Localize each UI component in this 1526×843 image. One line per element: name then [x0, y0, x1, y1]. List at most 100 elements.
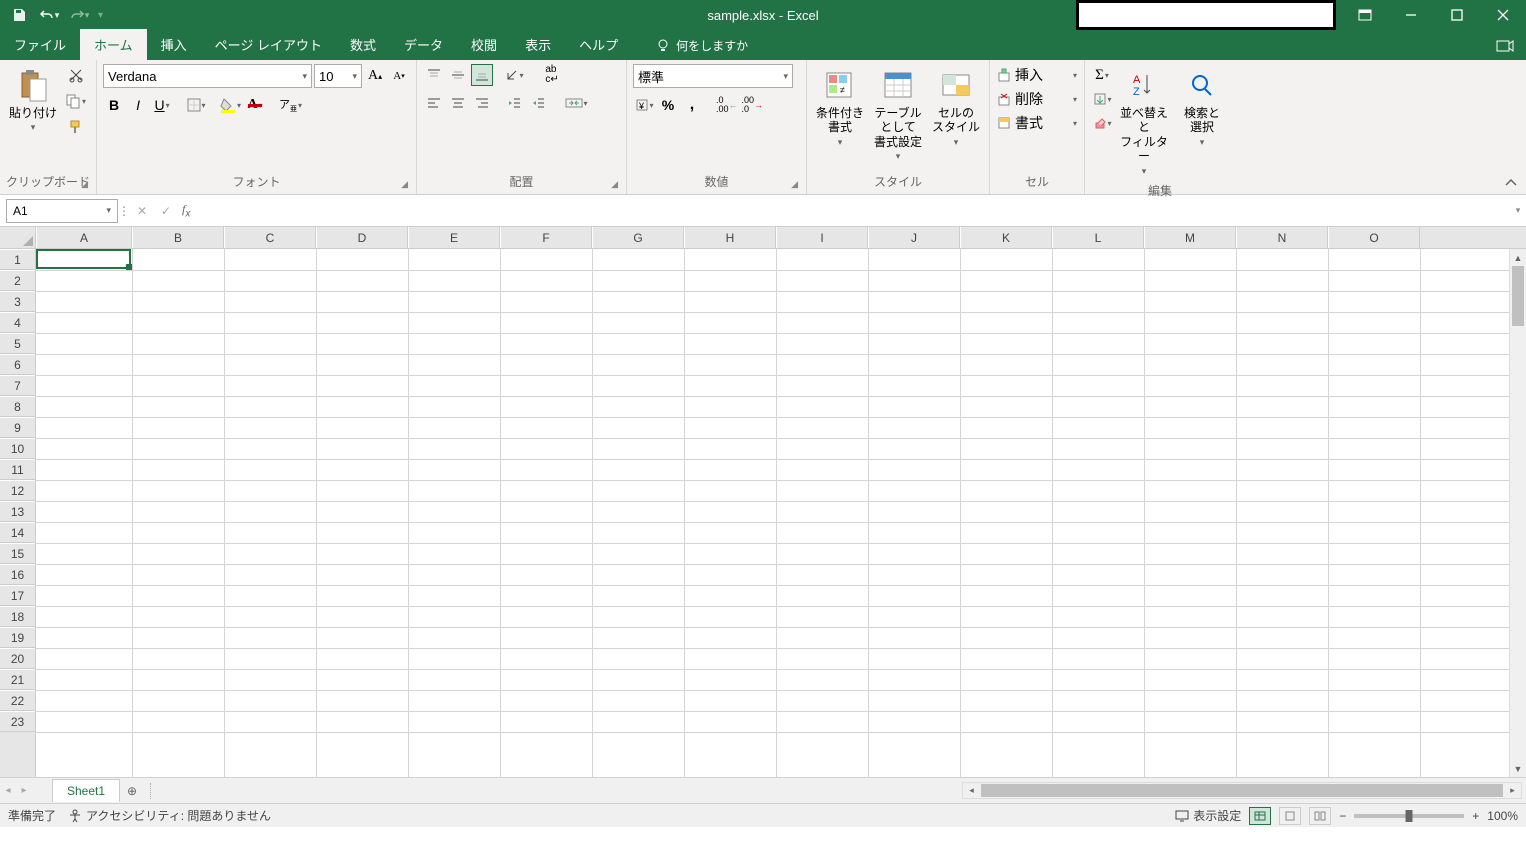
tab-ファイル[interactable]: ファイル [0, 29, 80, 60]
increase-indent-icon[interactable] [527, 92, 549, 114]
accounting-format-icon[interactable]: ¥▾ [633, 94, 655, 116]
row-header-4[interactable]: 4 [0, 312, 35, 333]
column-header-O[interactable]: O [1328, 227, 1420, 248]
expand-formula-icon[interactable]: ▾ [1510, 205, 1526, 216]
undo-icon[interactable]: ▾ [38, 4, 60, 26]
row-header-3[interactable]: 3 [0, 291, 35, 312]
row-header-5[interactable]: 5 [0, 333, 35, 354]
tab-表示[interactable]: 表示 [511, 29, 565, 60]
row-header-6[interactable]: 6 [0, 354, 35, 375]
format-cells-button[interactable]: 書式▾ [996, 112, 1078, 134]
fill-icon[interactable]: ▾ [1091, 88, 1113, 110]
row-header-13[interactable]: 13 [0, 501, 35, 522]
column-header-J[interactable]: J [868, 227, 960, 248]
row-header-10[interactable]: 10 [0, 438, 35, 459]
horizontal-scrollbar[interactable]: ◂ ▸ [962, 782, 1522, 799]
row-header-1[interactable]: 1 [0, 249, 35, 270]
tab-ページ レイアウト[interactable]: ページ レイアウト [201, 29, 336, 60]
conditional-formatting-button[interactable]: ≠ 条件付き 書式▾ [813, 64, 867, 152]
maximize-icon[interactable] [1434, 0, 1480, 30]
dialog-launcher-icon[interactable]: ◢ [791, 179, 798, 190]
borders-icon[interactable]: ▾ [185, 94, 207, 116]
format-painter-icon[interactable] [64, 116, 87, 138]
close-icon[interactable] [1480, 0, 1526, 30]
scroll-right-icon[interactable]: ▸ [1504, 785, 1521, 796]
cells-area[interactable] [36, 249, 1526, 777]
align-top-icon[interactable] [423, 64, 445, 86]
column-header-I[interactable]: I [776, 227, 868, 248]
collapse-ribbon-icon[interactable] [1504, 178, 1518, 188]
row-header-21[interactable]: 21 [0, 669, 35, 690]
active-cell-a1[interactable] [36, 249, 131, 269]
column-header-G[interactable]: G [592, 227, 684, 248]
tab-ヘルプ[interactable]: ヘルプ [565, 29, 632, 60]
phonetic-icon[interactable]: ア亜▾ [278, 94, 303, 116]
wrap-text-button[interactable]: abc↵ [535, 64, 569, 86]
sheet-nav-prev-icon[interactable]: ◂ [0, 785, 16, 796]
column-header-A[interactable]: A [36, 227, 132, 248]
tab-数式[interactable]: 数式 [336, 29, 390, 60]
align-bottom-icon[interactable] [471, 64, 493, 86]
cancel-formula-icon[interactable]: ✕ [130, 199, 154, 223]
clear-icon[interactable]: ▾ [1091, 112, 1113, 134]
view-normal-icon[interactable] [1249, 807, 1271, 825]
row-header-9[interactable]: 9 [0, 417, 35, 438]
scroll-down-icon[interactable]: ▼ [1510, 760, 1526, 777]
row-header-17[interactable]: 17 [0, 585, 35, 606]
qat-dropdown-icon[interactable]: ▾ [98, 10, 103, 21]
minimize-icon[interactable] [1388, 0, 1434, 30]
column-header-N[interactable]: N [1236, 227, 1328, 248]
column-header-B[interactable]: B [132, 227, 224, 248]
row-header-16[interactable]: 16 [0, 564, 35, 585]
scroll-up-icon[interactable]: ▲ [1510, 249, 1526, 266]
decrease-decimal-icon[interactable]: .00.0→ [741, 94, 765, 116]
column-header-C[interactable]: C [224, 227, 316, 248]
display-settings-button[interactable]: 表示設定 [1175, 807, 1241, 824]
scroll-left-icon[interactable]: ◂ [963, 785, 980, 796]
tab-挿入[interactable]: 挿入 [147, 29, 201, 60]
column-header-M[interactable]: M [1144, 227, 1236, 248]
cut-icon[interactable] [64, 64, 87, 86]
comma-icon[interactable]: , [681, 94, 703, 116]
row-header-8[interactable]: 8 [0, 396, 35, 417]
merge-center-icon[interactable]: ▾ [559, 92, 593, 114]
align-center-icon[interactable] [447, 92, 469, 114]
row-header-2[interactable]: 2 [0, 270, 35, 291]
copy-icon[interactable]: ▾ [64, 90, 87, 112]
align-left-icon[interactable] [423, 92, 445, 114]
cell-styles-button[interactable]: セルの スタイル▾ [929, 64, 983, 152]
column-header-K[interactable]: K [960, 227, 1052, 248]
underline-button[interactable]: U▾ [151, 94, 173, 116]
dialog-launcher-icon[interactable]: ◢ [401, 179, 408, 190]
insert-cells-button[interactable]: 挿入▾ [996, 64, 1078, 86]
row-header-18[interactable]: 18 [0, 606, 35, 627]
paste-button[interactable]: 貼り付け ▾ [6, 64, 60, 137]
vertical-scrollbar[interactable]: ▲ ▼ [1509, 249, 1526, 777]
zoom-in-button[interactable]: + [1472, 809, 1479, 823]
font-color-icon[interactable]: A▾ [244, 94, 266, 116]
tab-ホーム[interactable]: ホーム [80, 29, 147, 60]
row-header-11[interactable]: 11 [0, 459, 35, 480]
align-middle-icon[interactable] [447, 64, 469, 86]
tell-me-search[interactable]: 何をしますか [648, 31, 756, 60]
row-header-15[interactable]: 15 [0, 543, 35, 564]
fill-color-icon[interactable]: ▾ [219, 94, 242, 116]
view-page-break-icon[interactable] [1309, 807, 1331, 825]
increase-decimal-icon[interactable]: .0.00← [715, 94, 739, 116]
orientation-icon[interactable]: ▾ [503, 64, 525, 86]
select-all-button[interactable] [0, 227, 36, 248]
accessibility-status[interactable]: アクセシビリティ: 問題ありません [68, 807, 271, 824]
font-name-combo[interactable]: Verdana▾ [103, 64, 312, 88]
decrease-font-icon[interactable]: A▾ [388, 65, 410, 87]
dialog-launcher-icon[interactable]: ◢ [611, 179, 618, 190]
format-as-table-button[interactable]: テーブルとして 書式設定▾ [871, 64, 925, 166]
tab-校閲[interactable]: 校閲 [457, 29, 511, 60]
increase-font-icon[interactable]: A▴ [364, 65, 386, 87]
zoom-slider[interactable] [1354, 814, 1464, 818]
align-right-icon[interactable] [471, 92, 493, 114]
zoom-level[interactable]: 100% [1487, 809, 1518, 823]
row-header-22[interactable]: 22 [0, 690, 35, 711]
column-header-E[interactable]: E [408, 227, 500, 248]
new-sheet-icon[interactable]: ⊕ [120, 784, 144, 798]
column-header-L[interactable]: L [1052, 227, 1144, 248]
